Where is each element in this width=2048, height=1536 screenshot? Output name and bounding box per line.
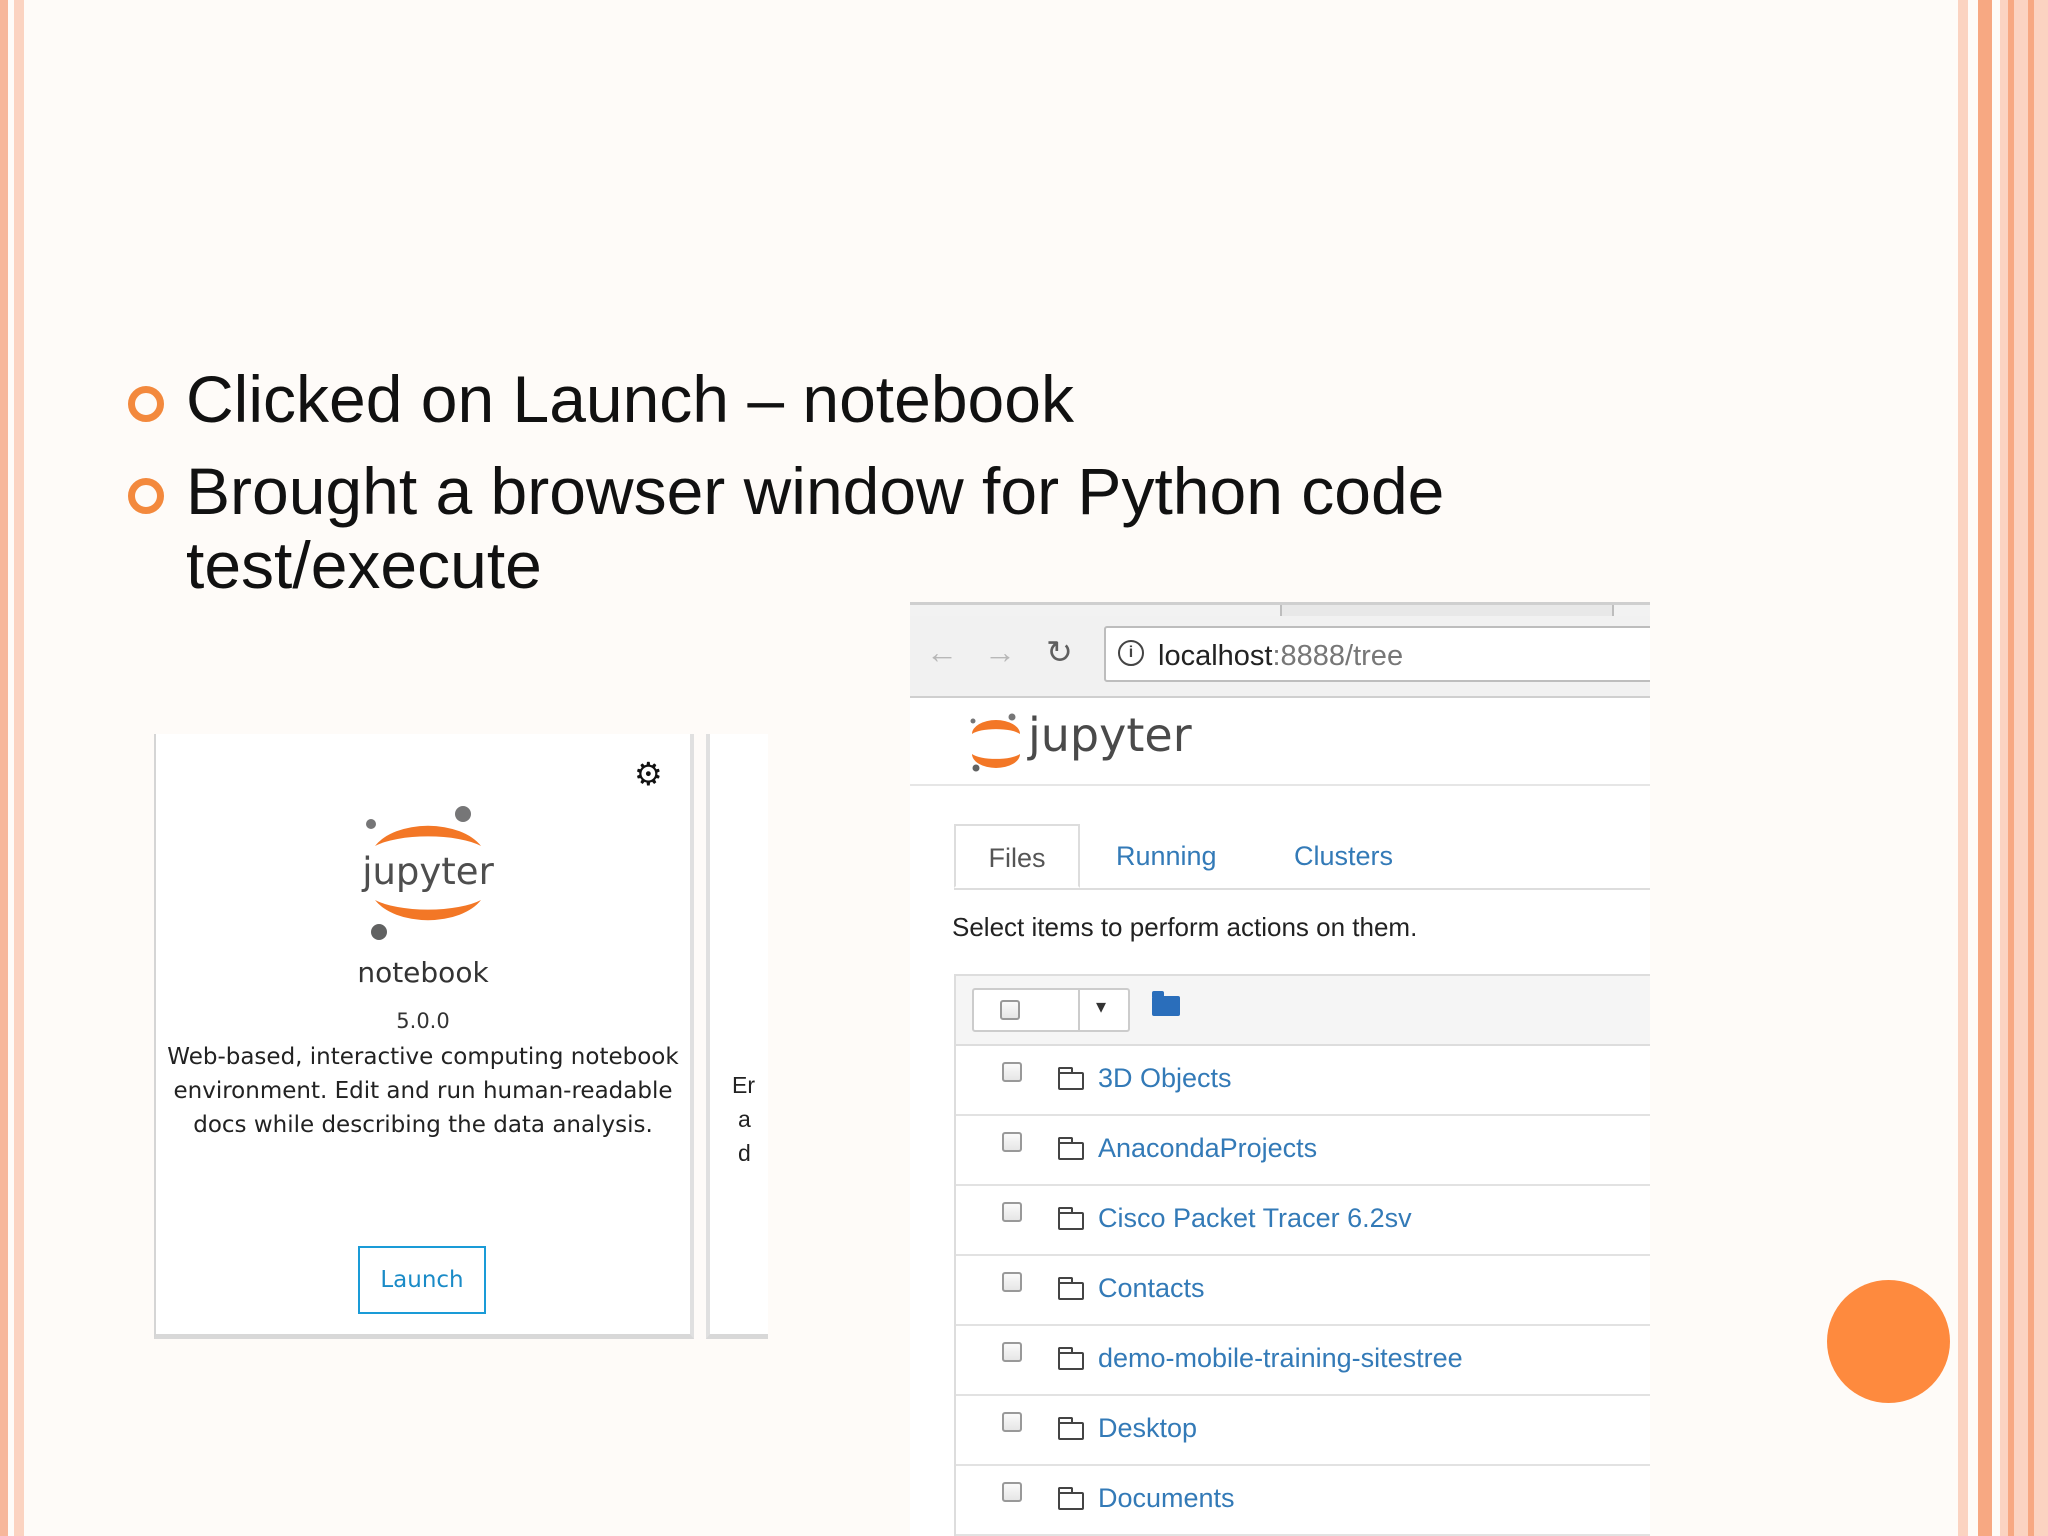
card-text-fragment: Er — [732, 1072, 755, 1098]
row-checkbox[interactable] — [1002, 1272, 1022, 1292]
bullet-list: Clicked on Launch – notebook Brought a b… — [126, 362, 1626, 620]
file-row[interactable]: Contacts — [956, 1256, 1650, 1326]
bullet-text: Brought a browser window for Python code… — [186, 454, 1445, 602]
browser-window: ← → ↻ i localhost:8888/tree jupyter File… — [910, 602, 1650, 1536]
info-icon[interactable]: i — [1118, 640, 1144, 666]
row-checkbox[interactable] — [1002, 1412, 1022, 1432]
right-border-stripe — [1978, 0, 1992, 1536]
app-description: Web-based, interactive computing noteboo… — [167, 1044, 679, 1138]
jupyter-logo-text: jupyter — [361, 850, 494, 893]
dashboard-tabs: Files Running Clusters — [954, 824, 1650, 890]
bullet-item: Clicked on Launch – notebook — [126, 362, 1626, 436]
row-checkbox[interactable] — [1002, 1482, 1022, 1502]
bullet-ring-icon — [128, 478, 164, 514]
row-checkbox[interactable] — [1002, 1132, 1022, 1152]
app-version: 5.0.0 — [396, 1009, 450, 1033]
select-all-checkbox[interactable] — [1000, 1000, 1020, 1020]
back-arrow-icon[interactable]: ← — [926, 636, 958, 668]
forward-arrow-icon[interactable]: → — [984, 636, 1016, 668]
right-border-stripe — [1958, 0, 1968, 1536]
folder-outline-icon — [1058, 1347, 1084, 1370]
folder-link[interactable]: Desktop — [1098, 1413, 1197, 1444]
folder-icon[interactable] — [1152, 991, 1180, 1016]
next-app-card: Er a d — [706, 734, 768, 1339]
folder-link[interactable]: Documents — [1098, 1483, 1235, 1514]
file-row[interactable]: Cisco Packet Tracer 6.2sv — [956, 1186, 1650, 1256]
selection-hint: Select items to perform actions on them. — [952, 912, 1418, 942]
browser-toolbar: ← → ↻ i localhost:8888/tree — [910, 616, 1650, 698]
jupyter-header: jupyter — [910, 698, 1650, 786]
row-checkbox[interactable] — [1002, 1342, 1022, 1362]
tab-running[interactable]: Running — [1116, 824, 1217, 888]
folder-outline-icon — [1058, 1417, 1084, 1440]
tab-files[interactable]: Files — [954, 824, 1080, 888]
notebook-app-card: ⚙ jupyter notebook 5.0.0 Web-based, inte… — [154, 734, 694, 1339]
card-text-fragment: a — [738, 1106, 751, 1132]
jupyter-logo: jupyter — [361, 806, 495, 940]
slide: Clicked on Launch – notebook Brought a b… — [0, 0, 2048, 1536]
jupyter-logo-icon[interactable] — [966, 708, 1026, 778]
folder-link[interactable]: Contacts — [1098, 1273, 1205, 1304]
tab-clusters[interactable]: Clusters — [1294, 824, 1393, 888]
address-bar[interactable]: i localhost:8888/tree — [1104, 626, 1650, 682]
bullet-ring-icon — [128, 386, 164, 422]
folder-outline-icon — [1058, 1277, 1084, 1300]
file-row[interactable]: Documents — [956, 1466, 1650, 1536]
folder-outline-icon — [1058, 1137, 1084, 1160]
app-name: notebook — [357, 956, 489, 989]
folder-outline-icon — [1058, 1067, 1084, 1090]
file-list-header: ▾ — [956, 976, 1650, 1046]
folder-link[interactable]: AnacondaProjects — [1098, 1133, 1317, 1164]
right-border-stripe — [2028, 0, 2034, 1536]
row-checkbox[interactable] — [1002, 1202, 1022, 1222]
folder-link[interactable]: Cisco Packet Tracer 6.2sv — [1098, 1203, 1412, 1234]
caret-down-icon[interactable]: ▾ — [1096, 994, 1106, 1019]
folder-link[interactable]: 3D Objects — [1098, 1063, 1232, 1094]
gear-icon[interactable]: ⚙ — [634, 758, 663, 790]
row-checkbox[interactable] — [1002, 1062, 1022, 1082]
reload-icon[interactable]: ↻ — [1046, 636, 1073, 668]
card-text-fragment: d — [738, 1140, 751, 1166]
jupyter-brand[interactable]: jupyter — [1028, 708, 1192, 762]
url-text: localhost:8888/tree — [1158, 640, 1404, 672]
select-all-dropdown[interactable]: ▾ — [972, 988, 1130, 1032]
file-row[interactable]: 3D Objects — [956, 1046, 1650, 1116]
file-row[interactable]: demo-mobile-training-sitestree — [956, 1326, 1650, 1396]
decorative-circle — [1827, 1280, 1950, 1403]
folder-link[interactable]: demo-mobile-training-sitestree — [1098, 1343, 1463, 1374]
folder-outline-icon — [1058, 1487, 1084, 1510]
file-list: ▾ 3D Objects AnacondaProjects Cisco Pack… — [954, 974, 1650, 1536]
launch-button[interactable]: Launch — [358, 1246, 486, 1314]
divider — [1078, 990, 1080, 1030]
anaconda-launcher-screenshot: ⚙ jupyter notebook 5.0.0 Web-based, inte… — [152, 730, 768, 1350]
bullet-item: Brought a browser window for Python code… — [126, 454, 1626, 602]
folder-outline-icon — [1058, 1207, 1084, 1230]
left-border-stripe-light — [14, 0, 24, 1536]
left-border-stripe — [0, 0, 8, 1536]
right-border-stripe — [2008, 0, 2014, 1536]
file-row[interactable]: AnacondaProjects — [956, 1116, 1650, 1186]
bullet-text: Clicked on Launch – notebook — [186, 362, 1074, 436]
file-row[interactable]: Desktop — [956, 1396, 1650, 1466]
